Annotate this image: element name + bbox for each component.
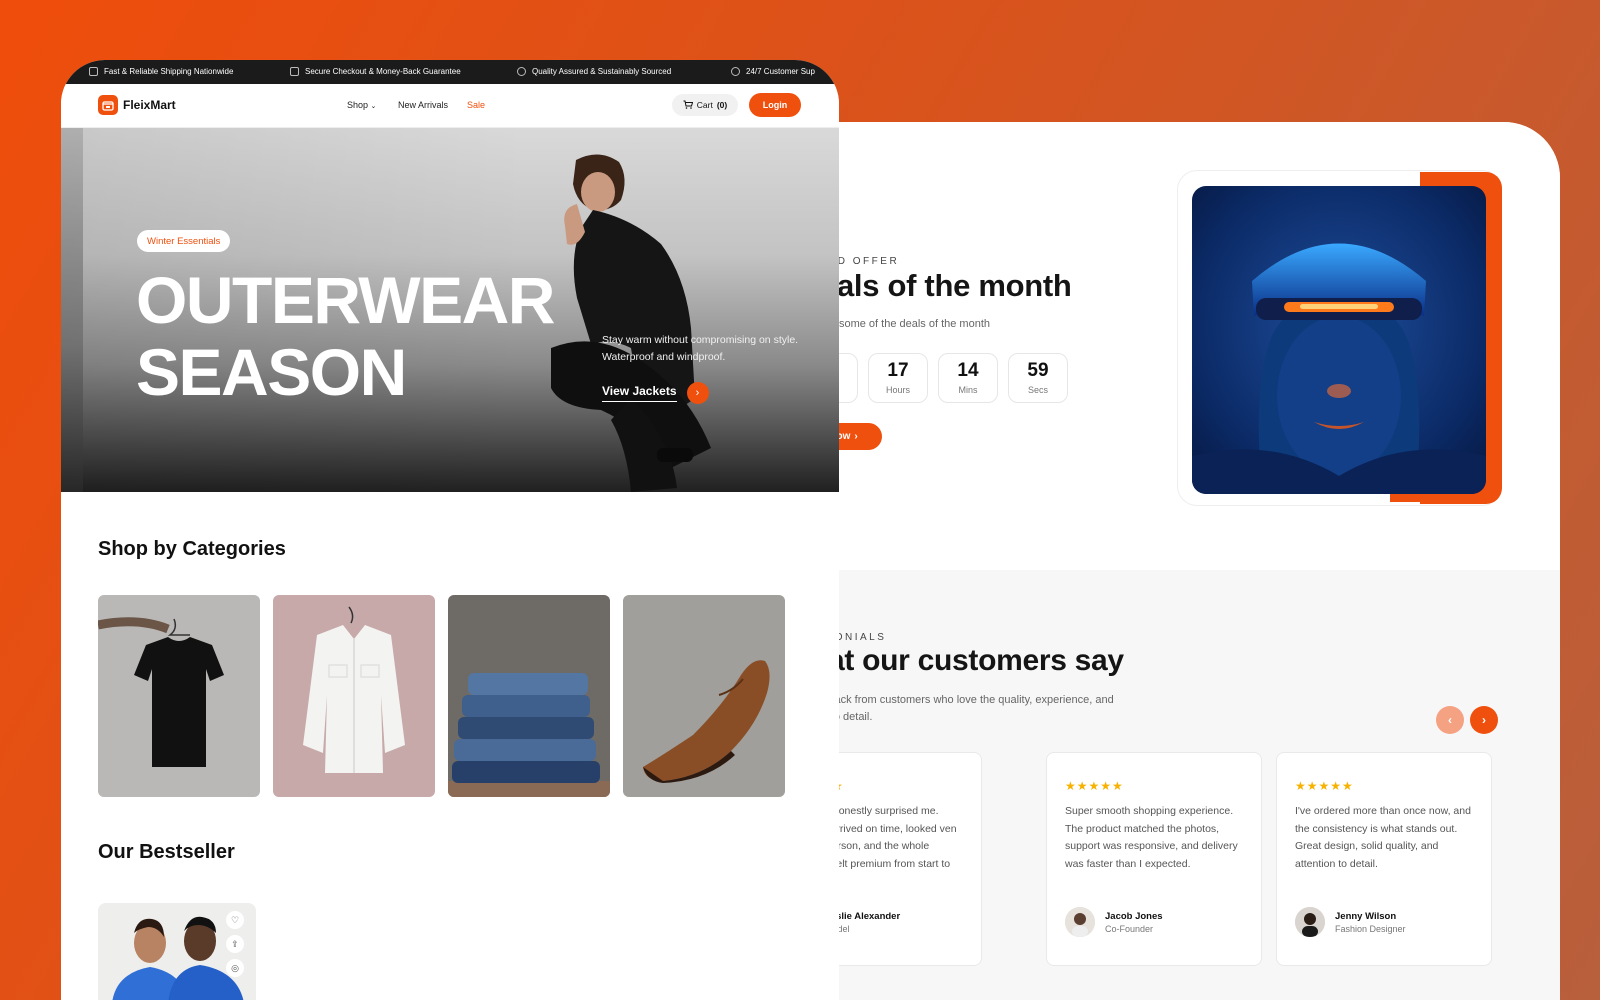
main-navbar: FleixMart Shop ⌄ New Arrivals Sale Cart … <box>61 84 839 128</box>
view-jackets-label: View Jackets <box>602 384 677 402</box>
countdown-value: 17 <box>887 360 909 382</box>
avatar <box>1065 907 1095 937</box>
testimonial-card: ★★★★★ Super smooth shopping experience. … <box>1046 752 1262 966</box>
countdown-value: 14 <box>957 360 979 382</box>
countdown-value: 59 <box>1027 360 1049 382</box>
hero-title-line: SEASON <box>136 335 407 409</box>
chevron-right-icon: › <box>854 431 858 442</box>
cart-button[interactable]: Cart (0) <box>672 94 738 116</box>
nav-shop-label: Shop <box>347 100 369 110</box>
bestseller-heading: Our Bestseller <box>98 841 235 863</box>
bestseller-product-card[interactable]: ♡ ⇪ ◎ <box>98 903 256 1000</box>
countdown-secs: 59 Secs <box>1008 353 1068 403</box>
cart-icon <box>683 100 693 111</box>
headset-icon <box>731 67 740 76</box>
nav-shop[interactable]: Shop ⌄ <box>347 100 376 110</box>
share-icon[interactable]: ⇪ <box>226 935 244 953</box>
testimonial-quote: I've ordered more than once now, and the… <box>1295 805 1471 870</box>
carousel-prev-button[interactable]: ‹ <box>1436 706 1464 734</box>
storefront-window: Fast & Reliable Shipping Nationwide Secu… <box>61 60 839 1000</box>
reviewer-name: Jenny Wilson <box>1335 911 1397 922</box>
category-card-shoes[interactable] <box>623 595 785 797</box>
hero-banner: Winter Essentials OUTERWEAR SEASON Stay … <box>61 128 839 492</box>
testimonial-card: ★★★★★ I've ordered more than once now, a… <box>1276 752 1492 966</box>
category-card-jeans[interactable] <box>448 595 610 797</box>
countdown-hours: 17 Hours <box>868 353 928 403</box>
subtitle-line: tion to detail. <box>810 711 873 723</box>
category-image <box>448 595 610 797</box>
reviewer-name: Jacob Jones <box>1105 911 1163 922</box>
announcement-bar: Fast & Reliable Shipping Nationwide Secu… <box>61 60 839 84</box>
store-logo-icon[interactable] <box>98 95 118 115</box>
chevron-right-icon[interactable]: › <box>686 382 709 404</box>
deal-title: eals of the month <box>820 268 1072 303</box>
star-rating-icon: ★★★★★ <box>1295 779 1354 793</box>
countdown-mins: 14 Mins <box>938 353 998 403</box>
star-rating-icon: ★★★★★ <box>1065 779 1124 793</box>
testimonial-quote: Super smooth shopping experience. The pr… <box>1065 805 1238 870</box>
category-image <box>273 595 435 797</box>
hero-title-line: OUTERWEAR <box>136 263 555 337</box>
categories-heading: Shop by Categories <box>98 538 286 560</box>
hero-description-line: Waterproof and windproof. <box>602 351 726 363</box>
announcement-text: 24/7 Customer Sup <box>746 67 815 76</box>
chevron-down-icon: ⌄ <box>370 103 377 110</box>
hero-title: OUTERWEAR SEASON <box>136 264 636 408</box>
view-jackets-link[interactable]: View Jackets › <box>602 382 709 404</box>
chevron-right-icon: › <box>1482 713 1486 727</box>
hero-description: Stay warm without compromising on style.… <box>602 332 839 366</box>
deals-page-panel: TED OFFER eals of the month are some of … <box>780 122 1560 1000</box>
check-circle-icon <box>517 67 526 76</box>
truck-icon <box>89 67 98 76</box>
chevron-left-icon: ‹ <box>1448 713 1452 727</box>
countdown-label: Hours <box>885 384 910 395</box>
announcement-item: Quality Assured & Sustainably Sourced <box>517 67 671 76</box>
deals-section: TED OFFER eals of the month are some of … <box>780 122 1560 570</box>
announcement-text: Secure Checkout & Money-Back Guarantee <box>305 67 461 76</box>
announcement-item: 24/7 Customer Sup <box>731 67 815 76</box>
announcement-item: Secure Checkout & Money-Back Guarantee <box>290 67 461 76</box>
shield-icon <box>290 67 299 76</box>
cart-count: (0) <box>716 100 728 110</box>
subtitle-line: eedback from customers who love the qual… <box>810 694 1114 706</box>
hero-badge: Winter Essentials <box>137 230 231 252</box>
category-card-jackets[interactable] <box>273 595 435 797</box>
announcement-text: Quality Assured & Sustainably Sourced <box>532 67 672 76</box>
reviewer-role: Fashion Designer <box>1335 924 1406 934</box>
brand-name[interactable]: FleixMart <box>123 98 176 112</box>
avatar <box>1295 907 1325 937</box>
reviewer-role: Co-Founder <box>1105 924 1154 934</box>
testimonials-section: TIMONIALS hat our customers say eedback … <box>780 570 1560 1000</box>
countdown-label: Secs <box>1027 384 1048 395</box>
nav-sale[interactable]: Sale <box>467 100 485 110</box>
cart-label: Cart <box>696 100 713 110</box>
nav-new-arrivals[interactable]: New Arrivals <box>398 100 448 110</box>
heart-icon[interactable]: ♡ <box>226 911 244 929</box>
announcement-text: Fast & Reliable Shipping Nationwide <box>104 67 234 76</box>
category-card-tshirts[interactable] <box>98 595 260 797</box>
announcement-item: Fast & Reliable Shipping Nationwide <box>89 67 233 76</box>
vr-headset-portrait <box>1192 186 1486 494</box>
hero-description-line: Stay warm without compromising on style. <box>602 334 799 346</box>
category-image <box>98 595 260 797</box>
quick-view-icon[interactable]: ◎ <box>226 959 244 977</box>
countdown-label: Mins <box>958 384 978 395</box>
carousel-next-button[interactable]: › <box>1470 706 1498 734</box>
testimonials-subtitle: eedback from customers who love the qual… <box>810 692 1140 726</box>
category-image <box>623 595 785 797</box>
deal-subtitle: are some of the deals of the month <box>820 318 990 330</box>
login-button[interactable]: Login <box>749 93 801 117</box>
testimonials-title: hat our customers say <box>810 644 1124 677</box>
